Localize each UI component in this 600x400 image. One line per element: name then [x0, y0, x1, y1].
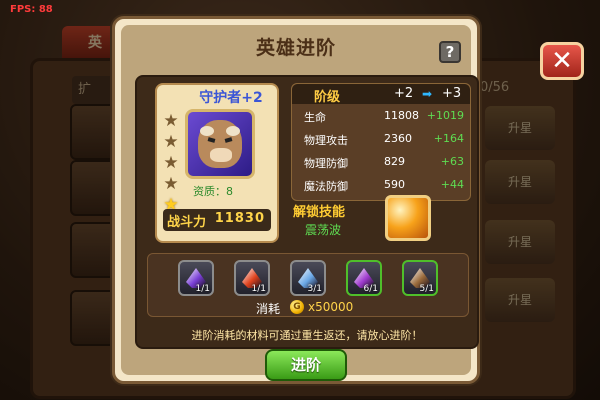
stats-table: 阶级 +2 ➡ +3 生命 11808 +1019 物理攻击 2360 +164…: [291, 83, 471, 201]
combat-power-value: 11830: [214, 211, 265, 226]
dialog-body: 英雄进阶 ? 守护者+2 ★ ★ ★ ★ ★ 资质：8 战斗力 11830 阶级…: [121, 25, 479, 381]
material-count: 1/1: [251, 284, 266, 294]
material-count: 1/1: [195, 284, 210, 294]
stat-value: 590: [384, 178, 405, 191]
arrow-right-icon: ➡: [422, 87, 433, 101]
question-icon: ?: [445, 43, 455, 61]
hero-card: 守护者+2 ★ ★ ★ ★ ★ 资质：8 战斗力 11830: [155, 83, 279, 243]
unlock-skill: 解锁技能 震荡波: [291, 195, 469, 243]
help-button[interactable]: ?: [439, 41, 461, 63]
advance-notice: 进阶消耗的材料可通过重生返还，请放心进阶！: [191, 329, 423, 342]
close-button[interactable]: ✕: [540, 42, 584, 80]
stat-row: 物理防御 829 +63: [292, 152, 470, 174]
stat-name: 生命: [304, 111, 326, 124]
dialog-title: 英雄进阶: [255, 37, 336, 59]
combat-power-bar: 战斗力 11830: [163, 209, 271, 231]
unlock-skill-label: 解锁技能: [293, 205, 346, 220]
bull-face-icon: [198, 120, 242, 168]
cost-value: x50000: [308, 300, 354, 314]
advance-button[interactable]: 进阶: [265, 349, 347, 381]
material-count: 6/1: [363, 284, 378, 294]
material-slot[interactable]: 1/1: [234, 260, 270, 296]
stat-row: 魔法防御 590 +44: [292, 175, 470, 197]
shockwave-skill-icon[interactable]: [385, 195, 431, 241]
close-icon: ✕: [551, 46, 573, 76]
material-count: 3/1: [307, 284, 322, 294]
stat-increase: +44: [440, 178, 464, 191]
fps-counter: FPS: 88: [10, 4, 53, 15]
star-rating: ★ ★ ★ ★ ★: [161, 111, 181, 216]
current-rank: +2: [394, 86, 414, 101]
stat-name: 物理攻击: [304, 134, 348, 147]
stat-increase: +164: [433, 132, 464, 145]
star-icon: ★: [163, 132, 179, 152]
stat-name: 魔法防御: [304, 180, 348, 193]
hero-advance-dialog: 英雄进阶 ? 守护者+2 ★ ★ ★ ★ ★ 资质：8 战斗力 11830 阶级…: [112, 16, 480, 384]
rank-label: 阶级: [314, 90, 341, 105]
material-slot[interactable]: 1/1: [178, 260, 214, 296]
star-icon: ★: [163, 111, 179, 131]
stat-value: 2360: [384, 132, 412, 145]
stat-value: 11808: [384, 109, 419, 122]
cost-row: 消耗 G x50000: [148, 300, 468, 316]
stat-name: 物理防御: [304, 157, 348, 170]
gold-coin-icon: G: [290, 300, 304, 314]
next-rank: +3: [442, 86, 462, 101]
stats-header: 阶级 +2 ➡ +3: [292, 84, 470, 105]
material-slot[interactable]: 5/1: [402, 260, 438, 296]
combat-power-label: 战斗力: [167, 215, 207, 230]
stat-row: 生命 11808 +1019: [292, 106, 470, 128]
skill-name: 震荡波: [305, 223, 342, 237]
material-count: 5/1: [419, 284, 434, 294]
hero-name: 守护者+2: [199, 90, 263, 106]
cost-label: 消耗: [256, 302, 281, 316]
material-slot[interactable]: 6/1: [346, 260, 382, 296]
star-icon: ★: [163, 174, 179, 194]
materials-panel: 1/1 1/1 3/1 6/1 5/1 消耗 G x50000: [147, 253, 469, 317]
star-icon: ★: [163, 153, 179, 173]
hero-portrait[interactable]: [185, 109, 255, 179]
advance-content-panel: 守护者+2 ★ ★ ★ ★ ★ 资质：8 战斗力 11830 阶级 +2 ➡ +…: [135, 75, 479, 349]
material-slot[interactable]: 3/1: [290, 260, 326, 296]
stat-increase: +1019: [426, 109, 464, 122]
stat-increase: +63: [440, 155, 464, 168]
stat-row: 物理攻击 2360 +164: [292, 129, 470, 151]
hero-aptitude: 资质：8: [193, 185, 233, 198]
stat-value: 829: [384, 155, 405, 168]
